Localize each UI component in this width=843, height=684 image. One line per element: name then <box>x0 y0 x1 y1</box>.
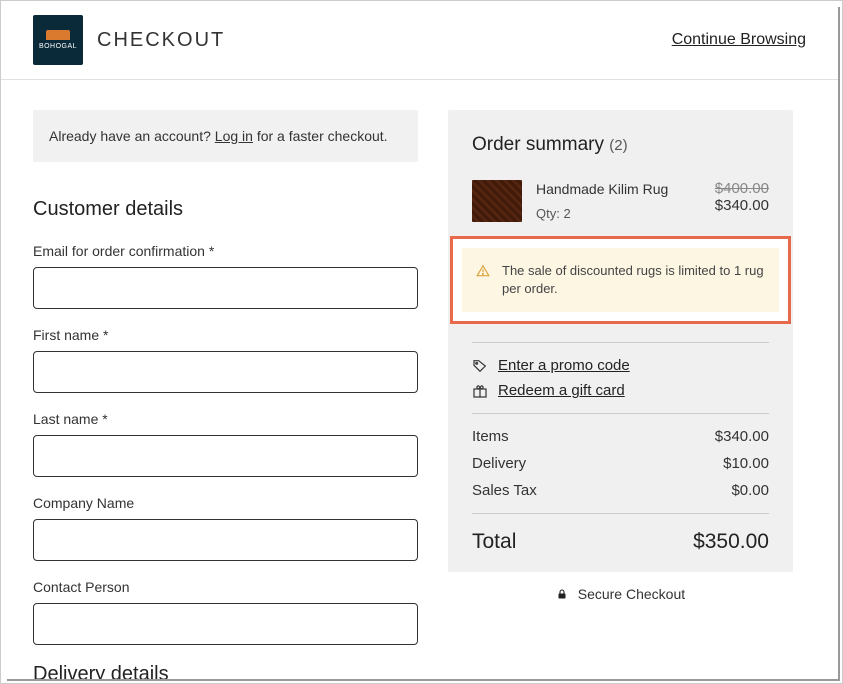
delivery-row: Delivery $10.00 <box>472 455 769 472</box>
warning-highlight: The sale of discounted rugs is limited t… <box>450 236 791 324</box>
continue-browsing-link[interactable]: Continue Browsing <box>672 31 806 49</box>
item-name: Handmade Kilim Rug <box>536 180 668 200</box>
delivery-label: Delivery <box>472 455 526 472</box>
brand-text: BOHOGAL <box>39 43 77 50</box>
delivery-heading: Delivery details <box>33 663 418 679</box>
total-label: Total <box>472 530 516 554</box>
warning-banner: The sale of discounted rugs is limited t… <box>462 248 779 312</box>
item-price: $340.00 <box>715 197 769 214</box>
gift-link[interactable]: Redeem a gift card <box>498 382 625 399</box>
email-field[interactable] <box>33 267 418 309</box>
tax-value: $0.00 <box>731 482 769 499</box>
warning-text: The sale of discounted rugs is limited t… <box>502 263 764 296</box>
first-name-label: First name * <box>33 327 418 343</box>
customer-heading: Customer details <box>33 198 418 221</box>
warning-icon <box>476 264 490 284</box>
page-title: CHECKOUT <box>97 29 225 52</box>
login-prefix: Already have an account? <box>49 128 215 144</box>
item-original-price: $400.00 <box>715 180 769 197</box>
lock-icon <box>556 587 568 603</box>
promo-row[interactable]: Enter a promo code <box>472 357 769 374</box>
divider <box>472 513 769 514</box>
contact-field[interactable] <box>33 603 418 645</box>
company-label: Company Name <box>33 495 418 511</box>
summary-title-text: Order summary <box>472 134 604 155</box>
tag-icon <box>472 358 488 374</box>
promo-link[interactable]: Enter a promo code <box>498 357 630 374</box>
total-value: $350.00 <box>693 530 769 554</box>
summary-count: (2) <box>609 137 627 154</box>
totals: Items $340.00 Delivery $10.00 Sales Tax … <box>472 428 769 554</box>
last-name-field[interactable] <box>33 435 418 477</box>
login-banner: Already have an account? Log in for a fa… <box>33 110 418 162</box>
divider <box>472 413 769 414</box>
tax-label: Sales Tax <box>472 482 537 499</box>
company-field[interactable] <box>33 519 418 561</box>
item-qty: Qty: 2 <box>536 206 668 221</box>
header: BOHOGAL CHECKOUT Continue Browsing <box>1 1 838 80</box>
divider <box>472 342 769 343</box>
login-link[interactable]: Log in <box>215 128 253 144</box>
items-row: Items $340.00 <box>472 428 769 445</box>
items-value: $340.00 <box>715 428 769 445</box>
secure-label: Secure Checkout <box>578 586 685 602</box>
first-name-field[interactable] <box>33 351 418 393</box>
customer-form: Already have an account? Log in for a fa… <box>33 110 418 679</box>
brand-logo: BOHOGAL <box>33 15 83 65</box>
email-label: Email for order confirmation * <box>33 243 418 259</box>
gift-icon <box>472 383 488 399</box>
delivery-value: $10.00 <box>723 455 769 472</box>
contact-label: Contact Person <box>33 579 418 595</box>
tax-row: Sales Tax $0.00 <box>472 482 769 499</box>
item-thumbnail <box>472 180 522 222</box>
items-label: Items <box>472 428 509 445</box>
gift-row[interactable]: Redeem a gift card <box>472 382 769 399</box>
login-suffix: for a faster checkout. <box>253 128 388 144</box>
summary-title: Order summary (2) <box>472 134 769 156</box>
total-row: Total $350.00 <box>472 530 769 554</box>
secure-checkout: Secure Checkout <box>448 586 793 603</box>
order-summary-panel: Order summary (2) Handmade Kilim Rug Qty… <box>448 110 793 679</box>
line-item: Handmade Kilim Rug Qty: 2 $400.00 $340.0… <box>472 180 769 222</box>
last-name-label: Last name * <box>33 411 418 427</box>
